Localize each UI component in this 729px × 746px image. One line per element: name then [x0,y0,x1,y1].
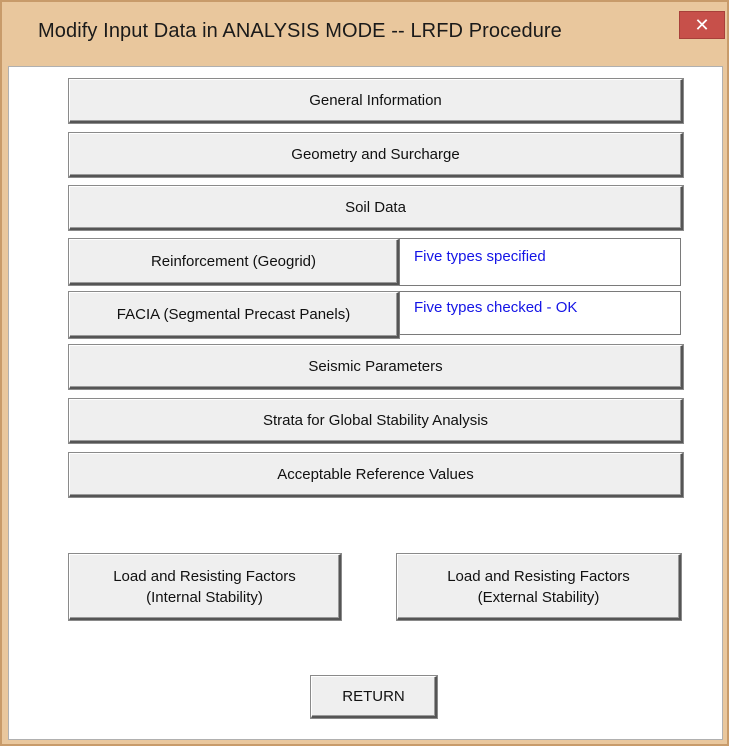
acceptable-reference-values-button[interactable]: Acceptable Reference Values [69,453,683,497]
facia-status-text: Five types checked - OK [414,299,578,316]
return-button[interactable]: RETURN [311,676,437,718]
general-information-label: General Information [309,92,442,109]
facia-label: FACIA (Segmental Precast Panels) [116,306,351,323]
load-external-line1: Load and Resisting Factors [447,567,630,585]
soil-data-label: Soil Data [345,199,406,216]
seismic-parameters-label: Seismic Parameters [308,358,443,375]
general-information-button[interactable]: General Information [69,79,683,123]
reinforcement-label: Reinforcement (Geogrid) [150,253,317,270]
strata-global-stability-label: Strata for Global Stability Analysis [262,412,489,429]
reinforcement-button[interactable]: Reinforcement (Geogrid) [69,239,399,285]
reinforcement-status: Five types specified [399,238,681,286]
geometry-surcharge-button[interactable]: Geometry and Surcharge [69,133,683,177]
load-resisting-internal-button[interactable]: Load and Resisting Factors (Internal Sta… [69,554,341,620]
load-resisting-external-button[interactable]: Load and Resisting Factors (External Sta… [397,554,681,620]
soil-data-button[interactable]: Soil Data [69,186,683,230]
facia-status: Five types checked - OK [399,291,681,335]
acceptable-reference-values-label: Acceptable Reference Values [277,466,474,483]
window-title: Modify Input Data in ANALYSIS MODE -- LR… [38,20,562,42]
seismic-parameters-button[interactable]: Seismic Parameters [69,345,683,389]
close-icon: ✕ [694,14,710,35]
load-internal-line2: (Internal Stability) [146,588,263,606]
geometry-surcharge-label: Geometry and Surcharge [291,146,460,163]
dialog-content: General Information Geometry and Surchar… [8,66,723,740]
strata-global-stability-button[interactable]: Strata for Global Stability Analysis [69,399,683,443]
close-button[interactable]: ✕ [679,11,725,39]
title-bar[interactable]: Modify Input Data in ANALYSIS MODE -- LR… [2,2,727,66]
facia-button[interactable]: FACIA (Segmental Precast Panels) [69,292,399,338]
return-label: RETURN [342,688,405,705]
load-internal-line1: Load and Resisting Factors [113,567,296,585]
load-external-line2: (External Stability) [477,588,600,606]
reinforcement-status-text: Five types specified [414,248,546,265]
dialog-window: Modify Input Data in ANALYSIS MODE -- LR… [0,0,729,746]
